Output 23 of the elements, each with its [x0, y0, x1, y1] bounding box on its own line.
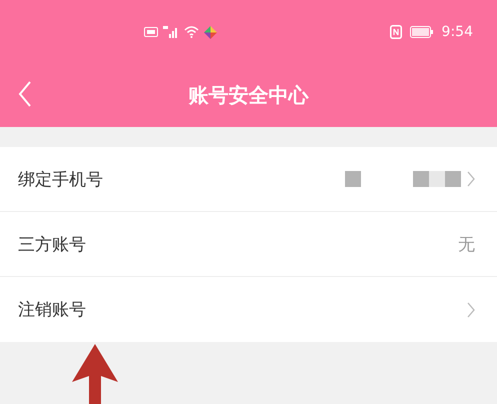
redaction-block: [445, 171, 461, 187]
app-logo-icon: [204, 26, 217, 38]
redaction-block: [345, 171, 361, 187]
chevron-right-icon: [467, 171, 475, 187]
page-title: 账号安全中心: [188, 82, 308, 109]
clock-time: 9:54: [442, 24, 473, 40]
settings-row[interactable]: 注销账号: [0, 277, 497, 342]
row-value: 无: [458, 234, 475, 256]
battery-icon: [410, 26, 434, 38]
row-label: 三方账号: [18, 234, 86, 256]
arrow-annotation: [70, 342, 120, 404]
settings-row[interactable]: 绑定手机号: [0, 147, 497, 212]
redaction-block: [429, 171, 445, 187]
hd-icon: [144, 27, 158, 37]
redaction-block: [413, 171, 429, 187]
chevron-right-icon: [467, 302, 475, 318]
back-icon[interactable]: [18, 81, 32, 107]
row-label: 绑定手机号: [18, 168, 103, 190]
row-label: 注销账号: [18, 299, 86, 321]
settings-row[interactable]: 三方账号 无: [0, 212, 497, 277]
nfc-icon: [390, 25, 402, 39]
signal-icon: [163, 26, 179, 38]
wifi-icon: [184, 26, 199, 38]
